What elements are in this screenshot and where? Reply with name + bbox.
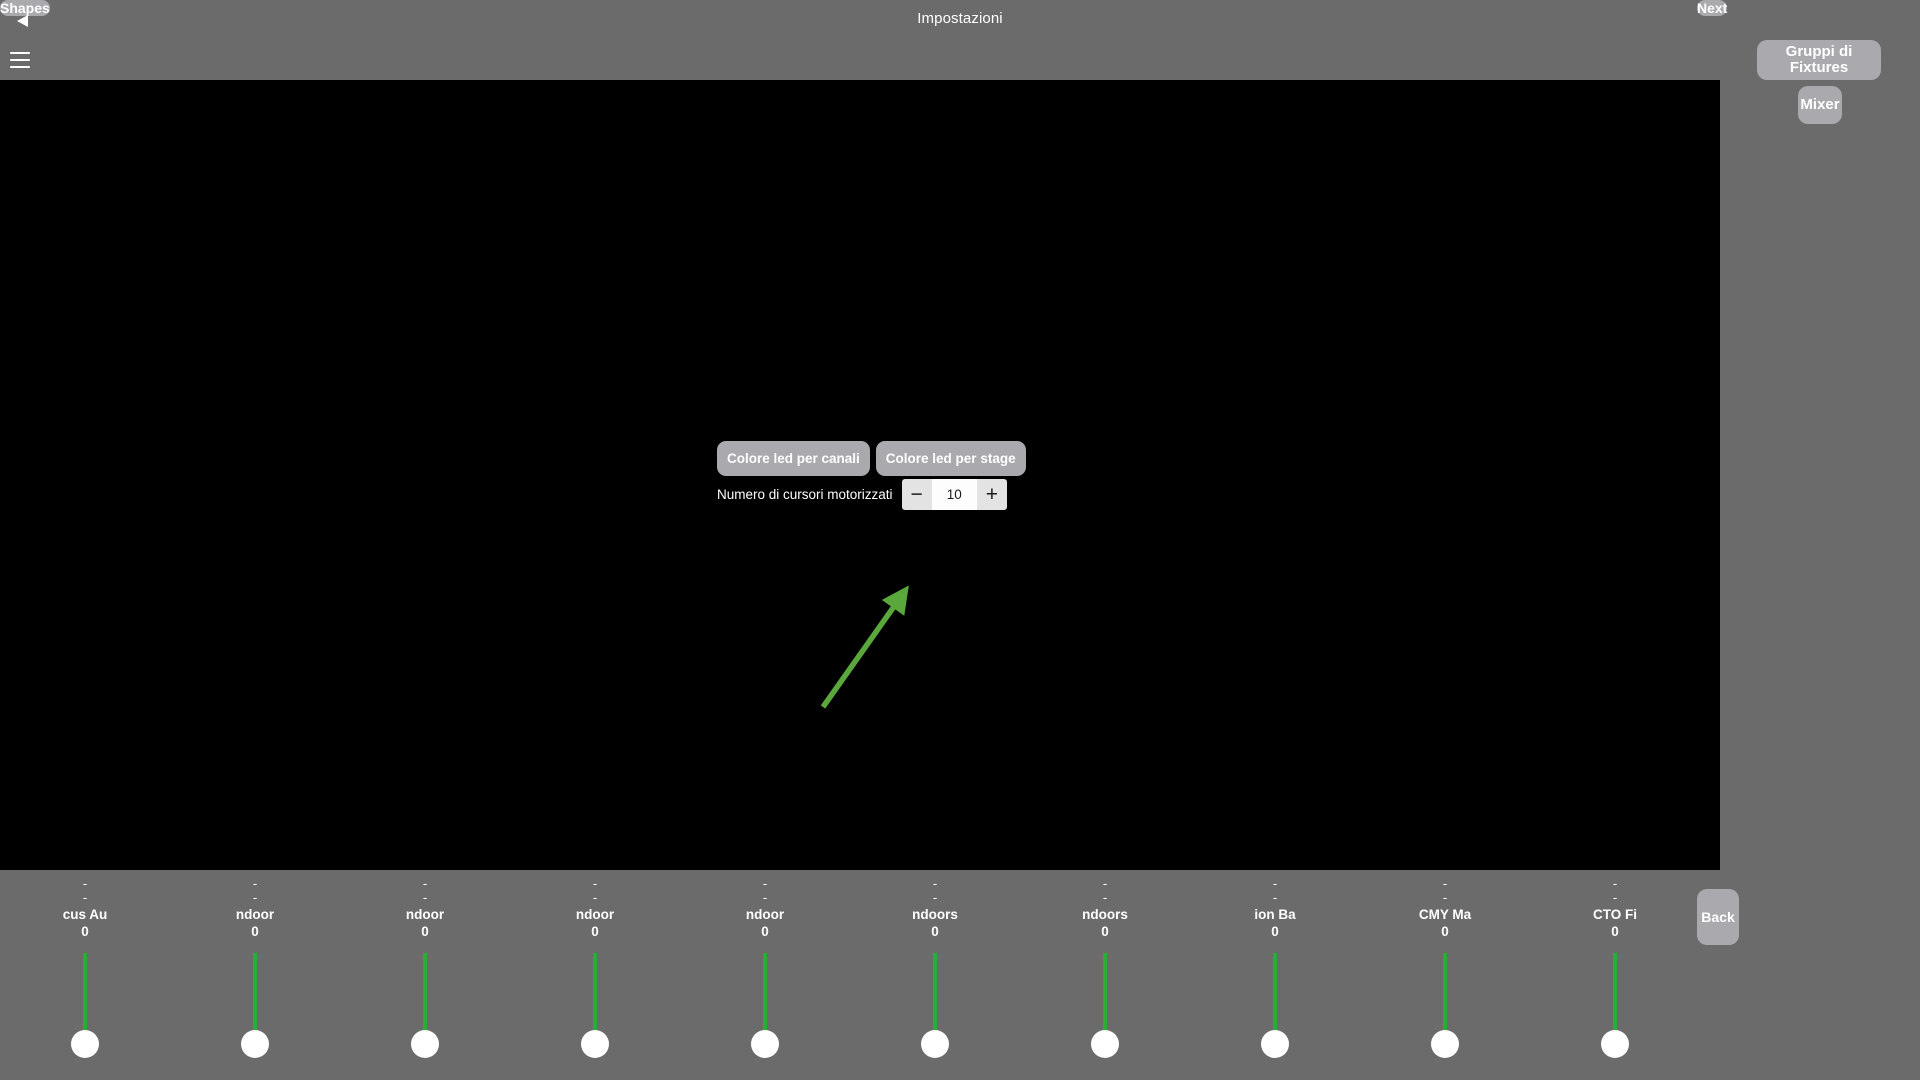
fader-top-dash: - — [932, 876, 938, 891]
fader-mid-dash: - — [1612, 890, 1618, 905]
fader-mid-dash: - — [82, 890, 88, 905]
fader-value: 0 — [931, 924, 939, 939]
fader-thumb[interactable] — [921, 1030, 949, 1058]
led-color-button-row: Colore led per canali Colore led per sta… — [717, 441, 1026, 476]
fader-mid-dash: - — [932, 890, 938, 905]
fader-top-dash: - — [1102, 876, 1108, 891]
stage-canvas[interactable]: Colore led per canali Colore led per sta… — [0, 80, 1720, 870]
hamburger-menu-icon[interactable] — [10, 50, 34, 70]
fader-top-dash: - — [1442, 876, 1448, 891]
mixer-button[interactable]: Mixer — [1798, 86, 1842, 124]
fader-top-dash: - — [1272, 876, 1278, 891]
fader-channel[interactable]: - - ndoor 0 — [170, 870, 340, 1080]
fader-mid-dash: - — [762, 890, 768, 905]
fader-top-dash: - — [82, 876, 88, 891]
fader-value: 0 — [761, 924, 769, 939]
decrement-button[interactable]: − — [901, 479, 932, 510]
motorized-faders-label: Numero di cursori motorizzati — [717, 487, 893, 502]
fader-thumb[interactable] — [411, 1030, 439, 1058]
fader-value: 0 — [1101, 924, 1109, 939]
hamburger-bar — [10, 66, 30, 68]
fader-value: 0 — [591, 924, 599, 939]
fader-value: 0 — [251, 924, 259, 939]
fader-name: ion Ba — [1254, 907, 1296, 922]
page-title: Impostazioni — [917, 10, 1003, 27]
fader-top-dash: - — [252, 876, 258, 891]
fader-name: ndoors — [1082, 907, 1128, 922]
fader-thumb[interactable] — [1601, 1030, 1629, 1058]
top-bar: Impostazioni — [0, 0, 1920, 80]
fader-mid-dash: - — [1272, 890, 1278, 905]
next-button[interactable]: Next — [1697, 0, 1728, 16]
fader-name: CMY Ma — [1418, 907, 1472, 922]
fader-name: CTO Fi — [1592, 907, 1637, 922]
fader-top-dash: - — [592, 876, 598, 891]
fader-thumb[interactable] — [581, 1030, 609, 1058]
fader-value: 0 — [1441, 924, 1449, 939]
fader-name: ndoor — [405, 907, 445, 922]
fader-name: ndoors — [912, 907, 958, 922]
fader-value: 0 — [81, 924, 89, 939]
fader-channel[interactable]: - - ndoor 0 — [340, 870, 510, 1080]
fader-top-dash: - — [422, 876, 428, 891]
fader-thumb[interactable] — [1431, 1030, 1459, 1058]
back-button[interactable]: Back — [1697, 889, 1739, 945]
hamburger-bar — [10, 52, 30, 54]
fader-value: 0 — [1611, 924, 1619, 939]
fader-name: cus Au — [62, 907, 108, 922]
fader-mid-dash: - — [422, 890, 428, 905]
annotation-arrow-icon — [820, 585, 909, 709]
fader-channel[interactable]: - - CTO Fi 0 — [1530, 870, 1700, 1080]
fader-channel[interactable]: - - ion Ba 0 — [1190, 870, 1360, 1080]
fader-value: 0 — [421, 924, 429, 939]
fader-channel[interactable]: - - ndoor 0 — [680, 870, 850, 1080]
fader-top-dash: - — [1612, 876, 1618, 891]
fader-name: ndoor — [745, 907, 785, 922]
fader-mid-dash: - — [1102, 890, 1108, 905]
fader-thumb[interactable] — [1091, 1030, 1119, 1058]
fader-mid-dash: - — [252, 890, 258, 905]
fader-thumb[interactable] — [1261, 1030, 1289, 1058]
fader-thumb[interactable] — [751, 1030, 779, 1058]
quantity-stepper: − 10 + — [901, 479, 1007, 510]
fader-mid-dash: - — [1442, 890, 1448, 905]
stepper-value[interactable]: 10 — [931, 479, 977, 510]
fixture-groups-button[interactable]: Gruppi di Fixtures — [1757, 40, 1881, 80]
colore-led-per-stage-button[interactable]: Colore led per stage — [875, 441, 1026, 476]
settings-panel: Colore led per canali Colore led per sta… — [717, 441, 1026, 510]
fader-value: 0 — [1271, 924, 1279, 939]
fader-name: ndoor — [575, 907, 615, 922]
increment-button[interactable]: + — [976, 479, 1007, 510]
fader-channel[interactable]: - - ndoor 0 — [510, 870, 680, 1080]
motorized-faders-row: Numero di cursori motorizzati − 10 + — [717, 479, 1007, 510]
fader-thumb[interactable] — [71, 1030, 99, 1058]
fader-channel[interactable]: - - ndoors 0 — [850, 870, 1020, 1080]
fader-channel[interactable]: - - cus Au 0 — [0, 870, 170, 1080]
colore-led-per-canali-button[interactable]: Colore led per canali — [717, 441, 870, 476]
fader-name: ndoor — [235, 907, 275, 922]
fader-thumb[interactable] — [241, 1030, 269, 1058]
app-root: Impostazioni Gruppi di Fixtures Mixer Co… — [0, 0, 1920, 1080]
fader-strip: - - cus Au 0 - - ndoor 0 - - ndoor 0 - -… — [0, 870, 1700, 1080]
shapes-button[interactable]: Shapes — [0, 0, 50, 16]
fader-top-dash: - — [762, 876, 768, 891]
fader-mid-dash: - — [592, 890, 598, 905]
fader-channel[interactable]: - - ndoors 0 — [1020, 870, 1190, 1080]
hamburger-bar — [10, 59, 30, 61]
fader-channel[interactable]: - - CMY Ma 0 — [1360, 870, 1530, 1080]
